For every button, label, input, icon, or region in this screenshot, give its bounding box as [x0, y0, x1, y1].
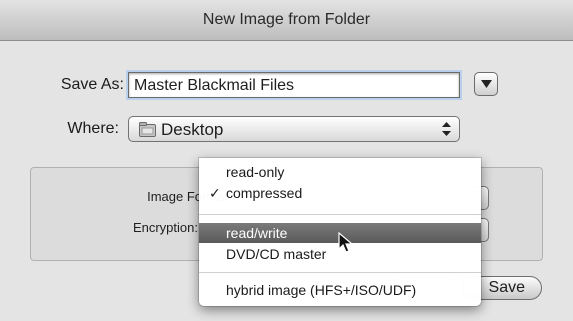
encryption-label: Encryption:	[132, 220, 198, 235]
chevron-down-icon	[481, 80, 492, 88]
expand-dialog-button[interactable]	[474, 72, 498, 96]
menu-item-label: read-only	[226, 164, 285, 180]
where-popup[interactable]: Desktop	[128, 116, 460, 142]
menu-item-hybrid-image[interactable]: hybrid image (HFS+/ISO/UDF)	[199, 280, 481, 300]
menu-separator	[199, 272, 481, 273]
save-as-field[interactable]: Master Blackmail Files	[128, 72, 460, 98]
menu-item-label: DVD/CD master	[226, 246, 327, 262]
save-as-label: Save As:	[60, 76, 124, 93]
checkmark-icon: ✓	[209, 185, 221, 201]
menu-item-read-only[interactable]: read-only	[199, 162, 481, 182]
menu-item-label: read/write	[226, 225, 288, 241]
window-title: New Image from Folder	[0, 0, 573, 41]
menu-separator	[199, 214, 481, 215]
menu-item-label: hybrid image (HFS+/ISO/UDF)	[226, 282, 417, 298]
where-value: Desktop	[161, 120, 224, 139]
where-label: Where:	[67, 120, 119, 137]
updown-arrows-icon	[442, 122, 451, 136]
menu-item-compressed[interactable]: ✓ compressed	[199, 183, 481, 203]
mouse-pointer-icon	[338, 232, 354, 253]
folder-icon	[139, 122, 156, 137]
menu-item-label: compressed	[226, 185, 303, 201]
